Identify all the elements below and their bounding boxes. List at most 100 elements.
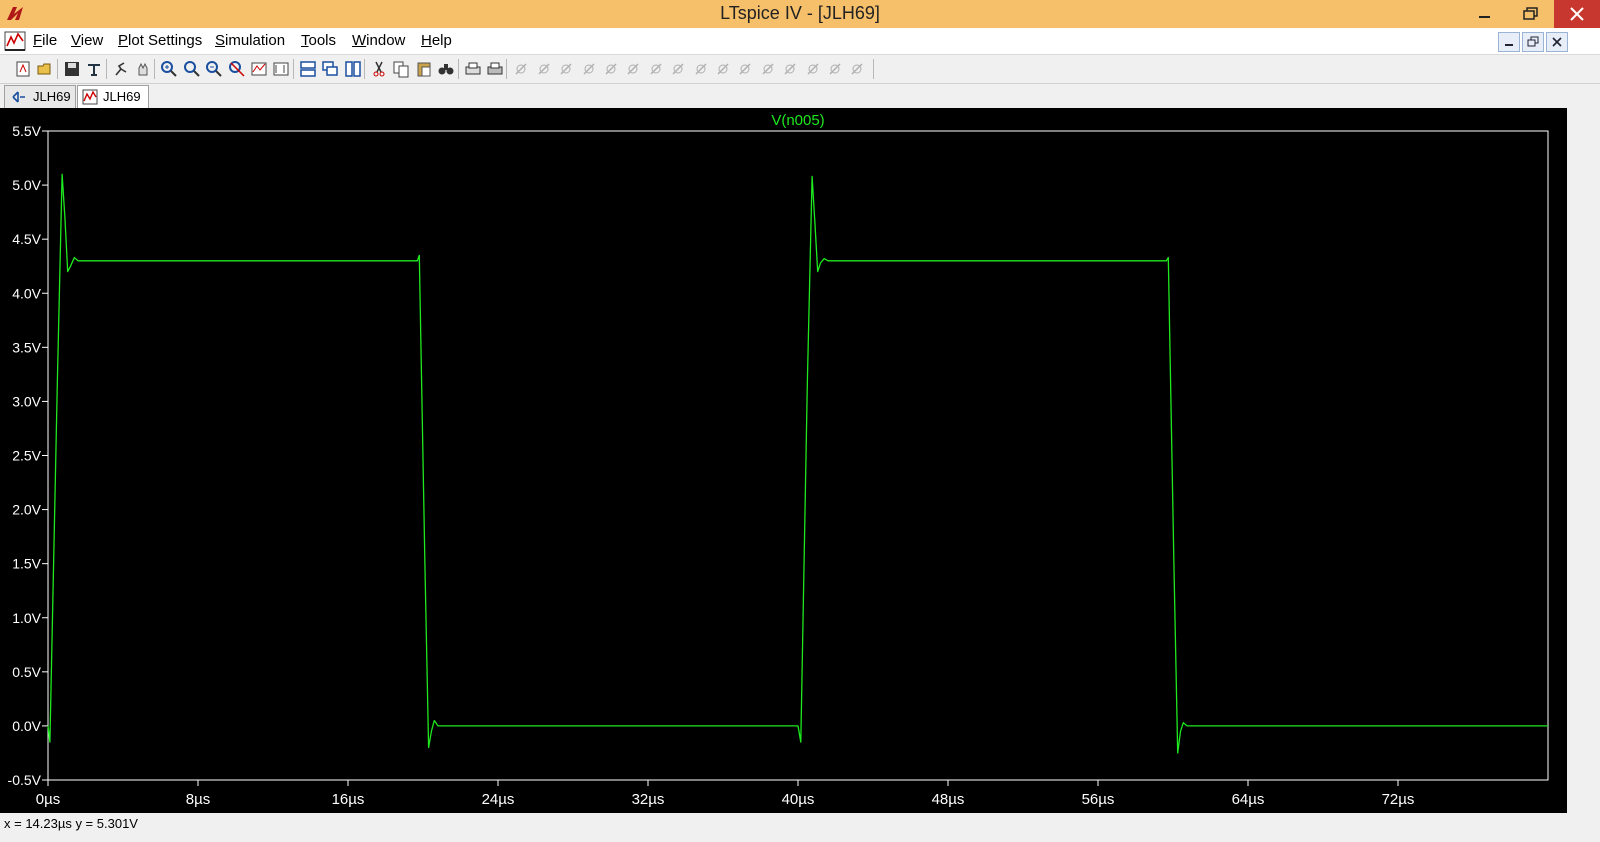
tab-label: JLH69 <box>103 89 141 104</box>
cascade-icon[interactable] <box>321 60 339 78</box>
toolbar-separator <box>56 59 58 79</box>
y-tick-label: 0.5V <box>12 664 41 680</box>
menu-label-window: Window <box>352 32 406 49</box>
tile-vertical-icon[interactable] <box>344 60 362 78</box>
trace-label[interactable]: V(n005) <box>771 112 824 129</box>
tab-label: JLH69 <box>33 89 71 104</box>
toolbar-separator <box>292 59 294 79</box>
x-tick-label: 8µs <box>186 791 211 808</box>
text-icon[interactable] <box>826 60 844 78</box>
y-tick-label: 2.5V <box>12 448 41 464</box>
halt-icon[interactable] <box>134 60 152 78</box>
y-tick-label: 1.0V <box>12 610 41 626</box>
print-icon[interactable] <box>486 60 504 78</box>
control-panel-icon[interactable] <box>85 60 103 78</box>
waveform-plot-pane[interactable]: -0.5V 0.0V 0.5V 1.0V 1.5V 2.0V 2.5V 3.0V 3.5V 4.0… <box>0 108 1567 813</box>
zoom-in-icon[interactable] <box>183 60 201 78</box>
cursor-readout: x = 14.23µs y = 5.301V <box>4 816 138 831</box>
menu-label-plot-settings: Plot Settings <box>118 32 203 49</box>
x-tick-label: 32µs <box>632 791 665 808</box>
x-tick-label: 0µs <box>36 791 61 808</box>
trace-v-n005[interactable] <box>47 173 1548 754</box>
add-trace-icon[interactable] <box>272 60 290 78</box>
paste-icon[interactable] <box>415 60 433 78</box>
diode-icon[interactable] <box>647 60 665 78</box>
toolbar-separator <box>457 59 459 79</box>
y-tick-label: 3.5V <box>12 339 41 355</box>
minimize-icon <box>1479 16 1490 18</box>
zoom-out-icon[interactable] <box>205 60 223 78</box>
mdi-minimize-button[interactable] <box>1498 32 1520 52</box>
autorange-icon[interactable] <box>250 60 268 78</box>
y-tick-label: 4.5V <box>12 231 41 247</box>
capacitor-icon[interactable] <box>602 60 620 78</box>
menu-help[interactable]: Help <box>421 32 452 49</box>
waveform-plot[interactable]: -0.5V 0.0V 0.5V 1.0V 1.5V 2.0V 2.5V 3.0V 3.5V 4.0… <box>0 108 1567 813</box>
redo-icon[interactable] <box>759 60 777 78</box>
toolbar-separator <box>506 59 508 79</box>
minimize-icon <box>1505 44 1513 46</box>
minimize-button[interactable] <box>1462 0 1508 28</box>
new-schematic-icon[interactable] <box>14 60 32 78</box>
menu-plot-settings[interactable]: Plot Settings <box>118 32 202 49</box>
toolbar-separator <box>105 59 107 79</box>
copy-icon[interactable] <box>392 60 410 78</box>
mirror-icon[interactable] <box>804 60 822 78</box>
toolbar-separator <box>154 59 156 79</box>
component-icon[interactable] <box>669 60 687 78</box>
undo-icon[interactable] <box>736 60 754 78</box>
close-icon <box>1552 37 1562 47</box>
y-tick-label: 3.0V <box>12 393 41 409</box>
menu-label-view: View <box>71 32 104 49</box>
close-button[interactable] <box>1554 0 1600 28</box>
ground-icon[interactable] <box>535 60 553 78</box>
menu-label-simulation: Simulation <box>215 32 286 49</box>
y-tick-label: -0.5V <box>8 772 42 788</box>
zoom-fit-icon[interactable] <box>228 60 246 78</box>
menu-tools[interactable]: Tools <box>301 32 336 49</box>
y-tick-label: 0.0V <box>12 718 41 734</box>
tab-waveform[interactable]: JLH69 <box>77 85 149 109</box>
close-icon <box>1570 7 1584 21</box>
window-right-margin <box>1567 108 1600 813</box>
label-icon[interactable] <box>557 60 575 78</box>
tile-horizontal-icon[interactable] <box>299 60 317 78</box>
run-icon[interactable] <box>112 60 130 78</box>
save-icon[interactable] <box>63 60 81 78</box>
y-tick-label: 4.0V <box>12 285 41 301</box>
waveform-document-icon[interactable] <box>4 30 26 52</box>
wire-icon[interactable] <box>512 60 530 78</box>
cut-icon[interactable] <box>370 60 388 78</box>
tab-schematic[interactable]: JLH69 <box>4 85 76 109</box>
mdi-restore-button[interactable] <box>1522 32 1544 52</box>
print-preview-icon[interactable] <box>464 60 482 78</box>
mdi-close-button[interactable] <box>1546 32 1568 52</box>
find-icon[interactable] <box>437 60 455 78</box>
waveform-tab-icon <box>82 89 98 105</box>
menu-file[interactable]: File <box>33 32 57 49</box>
x-tick-label: 56µs <box>1082 791 1115 808</box>
restore-icon <box>1523 7 1538 20</box>
title-bar: LTspice IV - [JLH69] <box>0 0 1600 28</box>
y-tick-label: 5.0V <box>12 177 41 193</box>
x-tick-label: 40µs <box>782 791 815 808</box>
open-icon[interactable] <box>36 60 54 78</box>
move-icon[interactable] <box>692 60 710 78</box>
y-tick-label: 2.0V <box>12 502 41 518</box>
menu-window[interactable]: Window <box>352 32 405 49</box>
toolbar-separator <box>364 59 365 79</box>
x-tick-label: 64µs <box>1232 791 1265 808</box>
restore-button[interactable] <box>1508 0 1554 28</box>
status-bar: x = 14.23µs y = 5.301V <box>0 813 1600 842</box>
spice-directive-icon[interactable] <box>848 60 866 78</box>
rotate-icon[interactable] <box>781 60 799 78</box>
zoom-area-icon[interactable] <box>160 60 178 78</box>
menu-simulation[interactable]: Simulation <box>215 32 285 49</box>
inductor-icon[interactable] <box>624 60 642 78</box>
resistor-icon[interactable] <box>580 60 598 78</box>
toolbar <box>0 55 1600 84</box>
x-tick-label: 72µs <box>1382 791 1415 808</box>
menu-view[interactable]: View <box>71 32 103 49</box>
drag-icon[interactable] <box>714 60 732 78</box>
x-tick-label: 24µs <box>482 791 515 808</box>
